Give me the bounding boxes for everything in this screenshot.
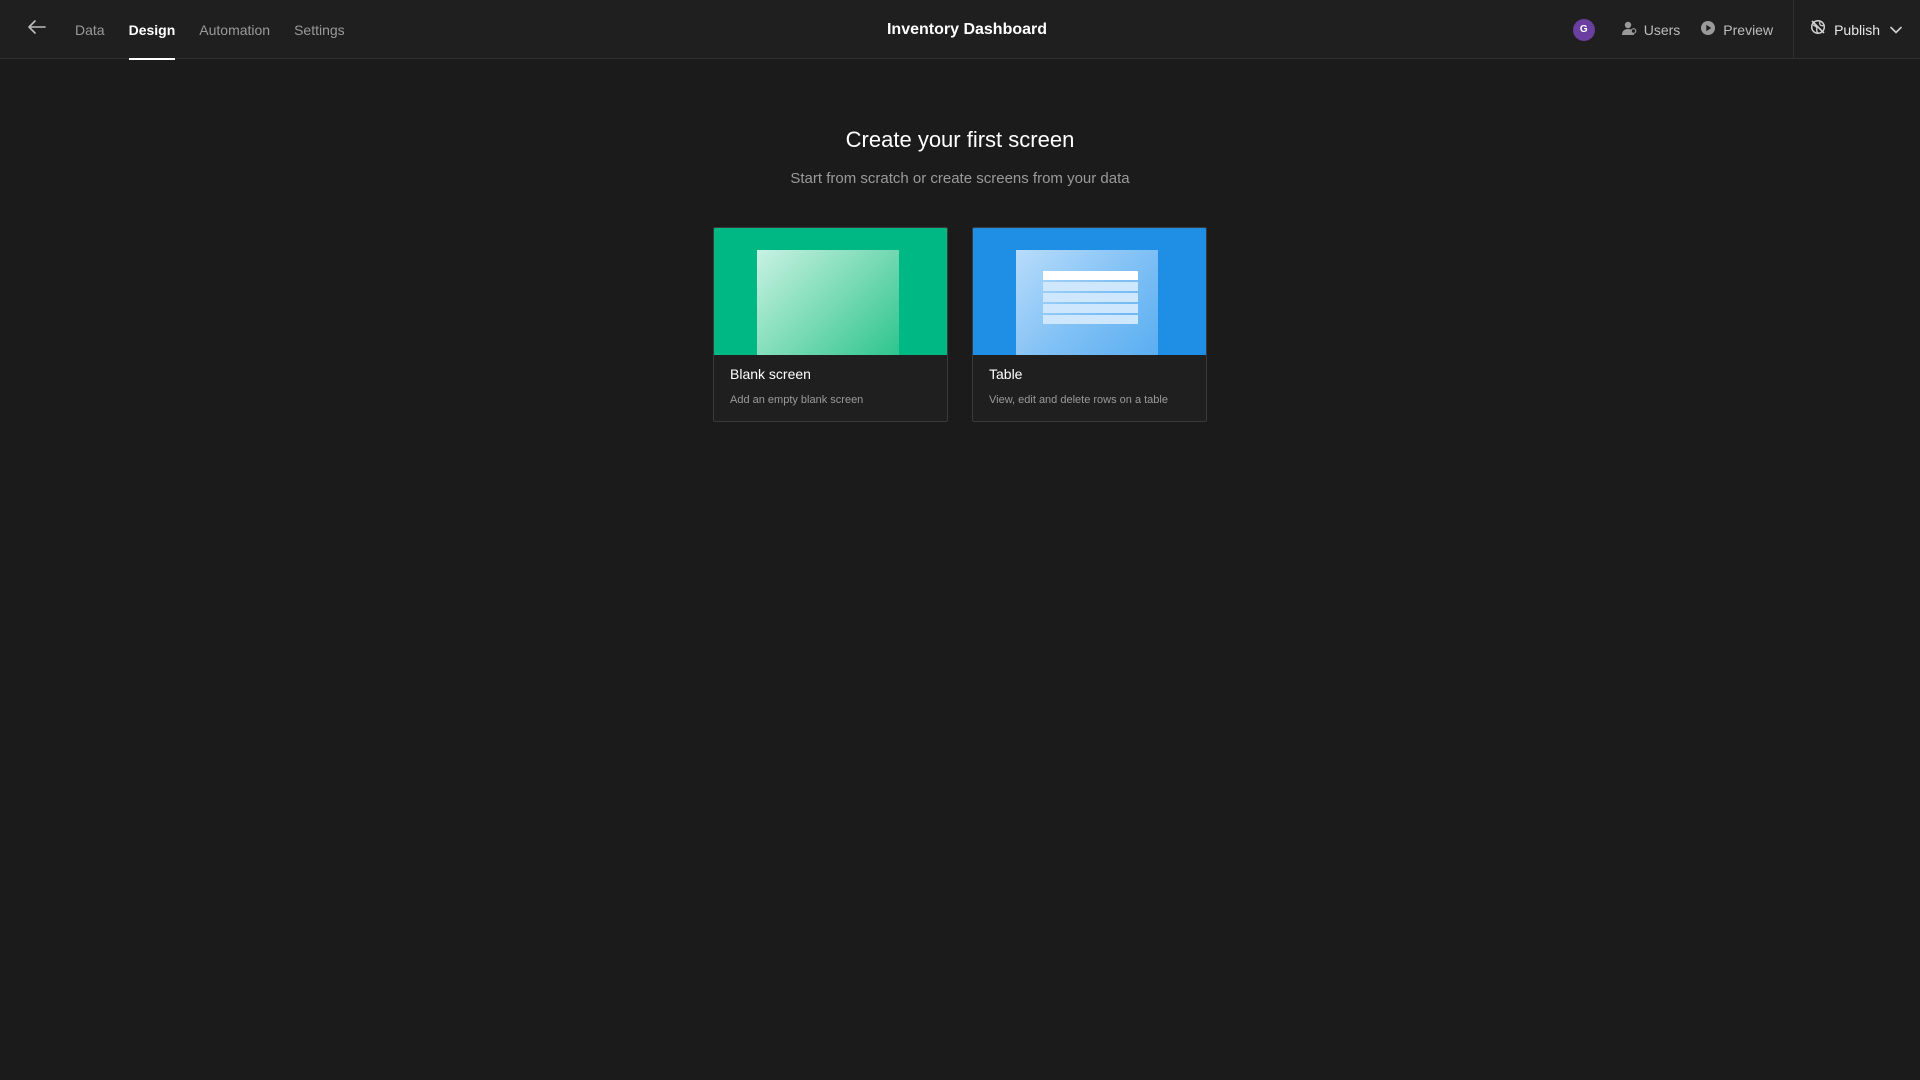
table-preview — [973, 228, 1206, 355]
arrow-left-icon — [28, 19, 46, 39]
table-card[interactable]: Table View, edit and delete rows on a ta… — [972, 227, 1207, 422]
nav-tabs: Data Design Automation Settings — [75, 0, 345, 60]
table-row — [1043, 293, 1138, 302]
table-row — [1043, 315, 1138, 324]
blank-screen-card[interactable]: Blank screen Add an empty blank screen — [713, 227, 948, 422]
table-illustration — [1016, 250, 1158, 355]
play-circle-icon — [1700, 20, 1723, 39]
page-subheading: Start from scratch or create screens fro… — [790, 170, 1130, 187]
header-actions: G Users Preview Publish — [1572, 0, 1920, 59]
table-row — [1043, 304, 1138, 313]
tab-settings[interactable]: Settings — [294, 0, 345, 59]
tab-data[interactable]: Data — [75, 0, 105, 59]
tab-automation[interactable]: Automation — [199, 0, 270, 59]
avatar[interactable]: G — [1572, 18, 1595, 41]
users-label: Users — [1643, 21, 1681, 38]
users-button[interactable]: Users — [1621, 20, 1681, 39]
blank-screen-preview — [714, 228, 947, 355]
table-row — [1043, 282, 1138, 291]
user-icon — [1621, 20, 1644, 39]
card-title: Table — [989, 366, 1023, 382]
publish-label: Publish — [1834, 21, 1880, 38]
chevron-down-icon — [1890, 21, 1902, 39]
globe-strike-icon — [1810, 19, 1826, 40]
blank-screen-illustration — [757, 250, 899, 355]
page-heading: Create your first screen — [845, 127, 1075, 152]
preview-label: Preview — [1723, 21, 1774, 38]
table-header-row — [1043, 271, 1138, 280]
main-content: Create your first screen Start from scra… — [0, 59, 1920, 1080]
publish-button[interactable]: Publish — [1793, 0, 1920, 59]
preview-button[interactable]: Preview — [1700, 20, 1773, 39]
card-description: Add an empty blank screen — [730, 394, 864, 406]
table-rows-illustration — [1043, 271, 1138, 326]
back-button[interactable] — [24, 17, 50, 41]
tab-design[interactable]: Design — [128, 0, 175, 60]
top-bar: Data Design Automation Settings Inventor… — [0, 0, 1920, 60]
card-description: View, edit and delete rows on a table — [989, 394, 1168, 406]
card-title: Blank screen — [730, 366, 811, 382]
